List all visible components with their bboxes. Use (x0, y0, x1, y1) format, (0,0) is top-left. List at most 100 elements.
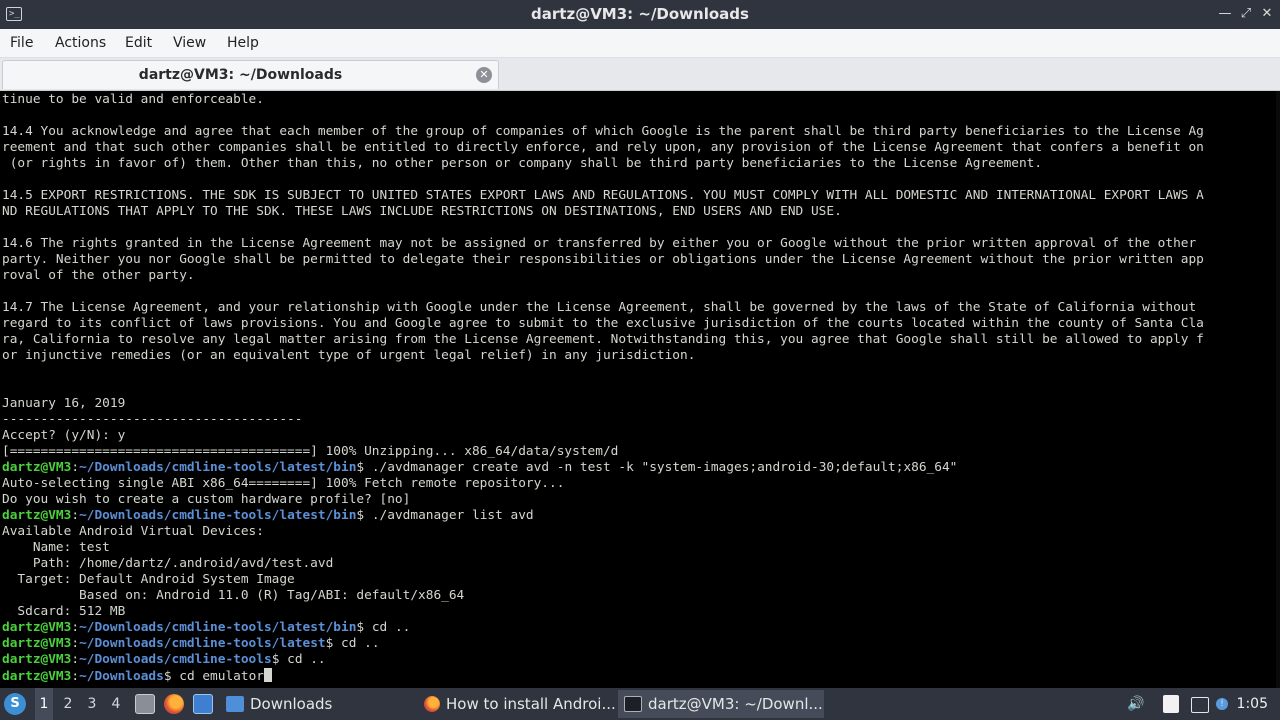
prompt-path: ~/Downloads/cmdline-tools (79, 652, 272, 667)
task-terminal-label: dartz@VM3: ~/Downl... (648, 695, 823, 713)
prompt-path: ~/Downloads/cmdline-tools/latest/bin (79, 620, 357, 635)
terminal-scrollbar[interactable] (1276, 91, 1280, 688)
firefox-icon[interactable] (164, 694, 184, 714)
terminal-output-line: tinue to be valid and enforceable. (2, 92, 264, 107)
taskbar: S 1 2 3 4 Downloads How to install Andro… (0, 688, 1280, 720)
window-title: dartz@VM3: ~/Downloads (531, 5, 749, 23)
terminal-output[interactable]: tinue to be valid and enforceable. 14.4 Y… (0, 91, 1280, 688)
terminal-output-line: --------------------------------------- (2, 412, 303, 427)
prompt-user: dartz@VM3 (2, 508, 72, 523)
menu-file[interactable]: File (10, 29, 33, 57)
start-menu-icon[interactable]: S (4, 693, 26, 715)
prompt-command: ./avdmanager create avd -n test -k "syst… (364, 460, 958, 475)
terminal-output-line: (or rights in favor of) them. Other than… (2, 156, 1043, 171)
prompt-separator: : (71, 508, 80, 523)
prompt-separator: : (71, 636, 80, 651)
prompt-command: cd .. (333, 636, 380, 651)
terminal-cursor (263, 668, 272, 682)
prompt-user: dartz@VM3 (2, 620, 72, 635)
prompt-path: ~/Downloads/cmdline-tools/latest/bin (79, 508, 357, 523)
maximize-button[interactable]: ⤢ (1238, 6, 1254, 22)
terminal-output-line: regard to its conflict of laws provision… (2, 316, 1204, 331)
terminal-output-line (2, 220, 1204, 236)
update-notifier-icon[interactable]: ! (1216, 698, 1228, 710)
terminal-prompt-line: dartz@VM3:~/Downloads/cmdline-tools/late… (2, 636, 1204, 652)
terminal-output-line: 14.4 You acknowledge and agree that each… (2, 124, 1204, 139)
prompt-user: dartz@VM3 (2, 636, 72, 651)
prompt-path: ~/Downloads/cmdline-tools/latest (79, 636, 326, 651)
terminal-output-line: Accept? (y/N): y (2, 428, 126, 443)
clipboard-icon[interactable] (1163, 695, 1179, 713)
prompt-command: cd .. (279, 652, 326, 667)
task-browser-label: How to install Androi... (446, 695, 616, 713)
prompt-separator: : (71, 620, 80, 635)
prompt-dollar: $ (356, 620, 365, 635)
show-desktop-icon[interactable] (135, 694, 155, 714)
menu-actions[interactable]: Actions (55, 29, 106, 57)
tab-bar: dartz@VM3: ~/Downloads ✕ (0, 58, 1280, 91)
terminal-output-line: reement and that such other companies sh… (2, 140, 1204, 155)
prompt-command: ./avdmanager list avd (364, 508, 534, 523)
close-button[interactable]: ✕ (1259, 6, 1275, 22)
terminal-output-line (2, 380, 1204, 396)
prompt-separator: : (71, 669, 80, 684)
file-manager-icon[interactable] (193, 694, 213, 714)
terminal-output-line (2, 284, 1204, 300)
task-downloads-label: Downloads (250, 695, 333, 713)
terminal-prompt-line: dartz@VM3:~/Downloads$ cd emulator (2, 668, 1204, 684)
workspace-1[interactable]: 1 (35, 688, 53, 720)
terminal-output-line: Target: Default Android System Image (2, 572, 295, 587)
prompt-user: dartz@VM3 (2, 460, 72, 475)
terminal-prompt-line: dartz@VM3:~/Downloads/cmdline-tools$ cd … (2, 652, 1204, 668)
terminal-output-line (2, 172, 1204, 188)
terminal-output-line: Do you wish to create a custom hardware … (2, 492, 411, 507)
terminal-output-line: Based on: Android 11.0 (R) Tag/ABI: defa… (2, 588, 465, 603)
prompt-user: dartz@VM3 (2, 652, 72, 667)
workspace-3[interactable]: 3 (83, 688, 101, 720)
window-titlebar[interactable]: >_ dartz@VM3: ~/Downloads — ⤢ ✕ (0, 0, 1280, 29)
task-downloads[interactable]: Downloads (222, 690, 416, 718)
tab-terminal[interactable]: dartz@VM3: ~/Downloads ✕ (2, 60, 499, 89)
prompt-path: ~/Downloads/cmdline-tools/latest/bin (79, 460, 357, 475)
terminal-output-line (2, 108, 1204, 124)
prompt-dollar: $ (356, 460, 365, 475)
menu-view[interactable]: View (173, 29, 206, 57)
terminal-output-line: [=======================================… (2, 444, 619, 459)
terminal-lines: tinue to be valid and enforceable. 14.4 Y… (2, 92, 1204, 684)
menu-edit[interactable]: Edit (125, 29, 152, 57)
workspace-2[interactable]: 2 (59, 688, 77, 720)
terminal-output-line: January 16, 2019 (2, 396, 126, 411)
prompt-user: dartz@VM3 (2, 669, 72, 684)
terminal-output-line: ra, California to resolve any legal matt… (2, 332, 1204, 347)
volume-icon[interactable]: 🔊 (1127, 695, 1145, 713)
terminal-output-line: Sdcard: 512 MB (2, 604, 126, 619)
prompt-command: cd emulator (171, 669, 264, 684)
terminal-output-line: Auto-selecting single ABI x86_64========… (2, 476, 565, 491)
task-browser[interactable]: How to install Androi... (420, 690, 616, 718)
firefox-icon (424, 696, 440, 712)
folder-icon (226, 696, 244, 712)
terminal-output-line: roval of the other party. (2, 268, 195, 283)
task-terminal[interactable]: dartz@VM3: ~/Downl... (618, 690, 824, 718)
terminal-prompt-line: dartz@VM3:~/Downloads/cmdline-tools/late… (2, 508, 1204, 524)
terminal-output-line: Available Android Virtual Devices: (2, 524, 264, 539)
tab-close-icon[interactable]: ✕ (476, 67, 492, 83)
clock[interactable]: 1:05 (1237, 688, 1268, 720)
terminal-output-line: Name: test (2, 540, 110, 555)
terminal-prompt-line: dartz@VM3:~/Downloads/cmdline-tools/late… (2, 620, 1204, 636)
terminal-output-line: or injunctive remedies (or an equivalent… (2, 348, 696, 363)
terminal-output-line: Path: /home/dartz/.android/avd/test.avd (2, 556, 334, 571)
terminal-output-line (2, 364, 1204, 380)
terminal-icon (624, 696, 642, 712)
terminal-output-line: 14.7 The License Agreement, and your rel… (2, 300, 1197, 315)
prompt-dollar: $ (356, 508, 365, 523)
terminal-output-line: party. Neither you nor Google shall be p… (2, 252, 1204, 267)
prompt-separator: : (71, 460, 80, 475)
display-icon[interactable] (1191, 697, 1209, 713)
terminal-output-line: ND REGULATIONS THAT APPLY TO THE SDK. TH… (2, 204, 842, 219)
tab-label: dartz@VM3: ~/Downloads (138, 67, 343, 83)
minimize-button[interactable]: — (1217, 6, 1233, 22)
menu-help[interactable]: Help (227, 29, 259, 57)
terminal-output-line: 14.5 EXPORT RESTRICTIONS. THE SDK IS SUB… (2, 188, 1204, 203)
workspace-4[interactable]: 4 (107, 688, 125, 720)
